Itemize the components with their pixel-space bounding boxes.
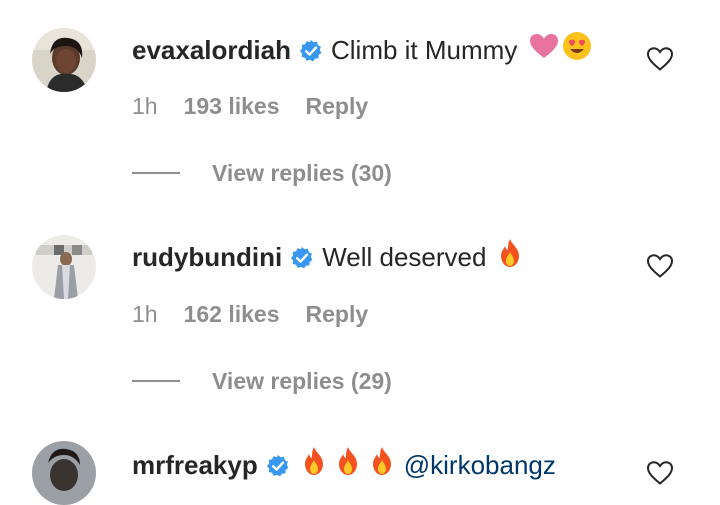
likes-count[interactable]: 193 likes [184, 92, 280, 120]
verified-badge-icon [299, 38, 323, 62]
view-replies-label: View replies (30) [212, 160, 392, 186]
verified-badge-icon [266, 453, 290, 477]
timestamp: 1h [132, 301, 158, 327]
avatar[interactable] [32, 441, 96, 505]
verified-badge-icon [290, 245, 314, 269]
avatar[interactable] [32, 28, 96, 92]
divider [132, 380, 180, 382]
view-replies-label: View replies (29) [212, 368, 392, 394]
fire-emoji-icon [336, 446, 360, 483]
pink-heart-emoji-icon [529, 33, 559, 66]
username[interactable]: evaxalordiah [132, 34, 291, 66]
comment-text: Well deserved [322, 241, 487, 272]
reply-button[interactable]: Reply [306, 92, 369, 120]
comment-line: evaxalordiah Climb it Mummy [132, 30, 593, 69]
heart-eyes-emoji-icon [561, 30, 593, 69]
fire-emoji-icon [370, 446, 394, 483]
like-heart-icon[interactable] [646, 460, 674, 486]
fire-emoji-icon [302, 446, 326, 483]
avatar[interactable] [32, 235, 96, 299]
comment-line: rudybundini Well deserved [132, 238, 522, 275]
username[interactable]: mrfreakyp [132, 449, 258, 481]
reply-button[interactable]: Reply [306, 300, 369, 328]
view-replies-button[interactable]: View replies (30) [132, 159, 392, 187]
comment-meta: 1h 162 likes Reply [132, 300, 368, 328]
like-heart-icon[interactable] [646, 253, 674, 279]
fire-emoji-icon [498, 238, 522, 275]
mention-link[interactable]: @kirkobangz [404, 449, 556, 481]
username[interactable]: rudybundini [132, 241, 282, 273]
likes-count[interactable]: 162 likes [184, 300, 280, 328]
divider [132, 172, 180, 174]
comment-line: mrfreakyp @kirkobangz [132, 446, 556, 483]
like-heart-icon[interactable] [646, 46, 674, 72]
view-replies-button[interactable]: View replies (29) [132, 367, 392, 395]
timestamp: 1h [132, 93, 158, 119]
comment-text: Climb it Mummy [330, 34, 518, 65]
comment-meta: 1h 193 likes Reply [132, 92, 368, 120]
